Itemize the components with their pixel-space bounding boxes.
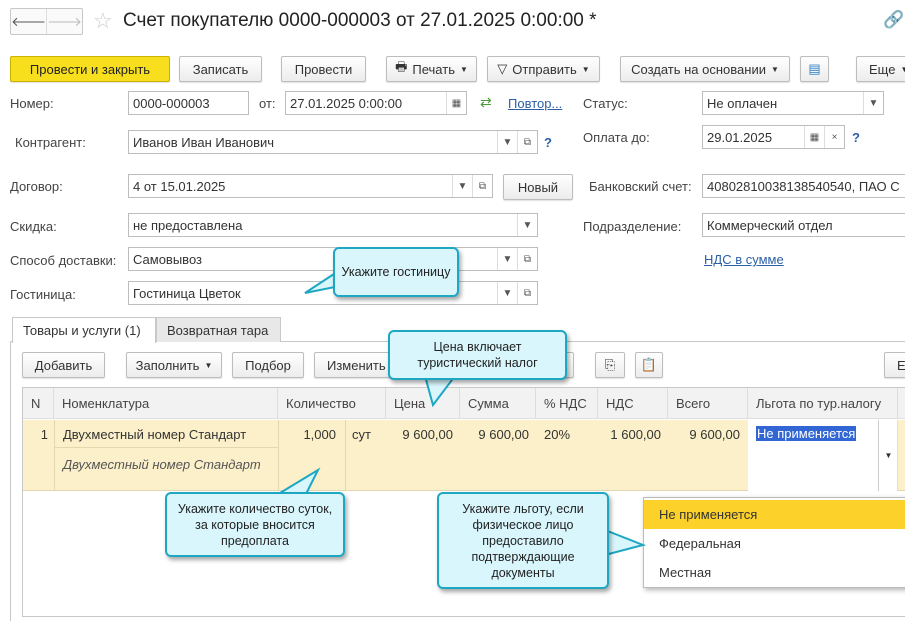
- callout-price: Цена включает туристический налог: [388, 330, 567, 380]
- callout-qty: Укажите количество суток, за которые вно…: [165, 492, 345, 557]
- callout-benefit: Укажите льготу, если физическое лицо пре…: [437, 492, 609, 589]
- callout-hotel: Укажите гостиницу: [333, 247, 459, 297]
